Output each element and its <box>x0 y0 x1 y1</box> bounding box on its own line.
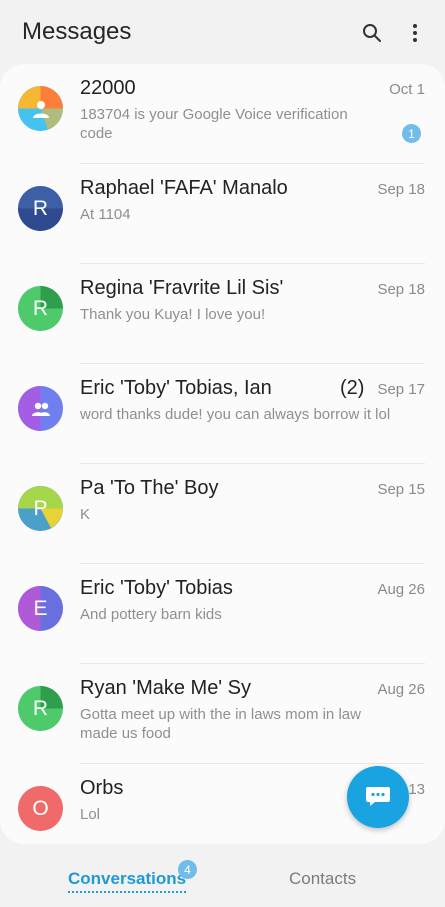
message-snippet: Lol <box>80 806 101 823</box>
message-snippet: At 1104 <box>80 206 131 223</box>
compose-chat-icon <box>366 787 390 806</box>
search-icon[interactable] <box>357 18 387 48</box>
message-date: Sep 18 <box>377 281 425 298</box>
person-icon <box>32 100 49 118</box>
conversations-badge: 4 <box>178 860 197 879</box>
avatar-initial: O <box>32 796 49 820</box>
compose-button[interactable] <box>347 766 409 828</box>
message-date: 13 <box>408 781 425 798</box>
conversation-row-eric-ian[interactable]: Eric 'Toby' Tobias, Ian (2) Sep 17 word … <box>0 364 445 464</box>
contact-name: Eric 'Toby' Tobias, Ian <box>80 377 272 399</box>
message-date: Oct 1 <box>389 81 425 98</box>
message-date: Aug 26 <box>377 681 425 698</box>
app-header: Messages <box>0 0 445 64</box>
avatar-initial: R <box>32 296 49 320</box>
message-date: Sep 17 <box>377 381 425 398</box>
message-snippet: And pottery barn kids <box>80 606 222 623</box>
avatar: R <box>18 286 63 331</box>
message-date: Sep 18 <box>377 181 425 198</box>
message-snippet: Gotta meet up with the in laws mom in la… <box>80 706 361 742</box>
page-title: Messages <box>22 18 132 45</box>
contact-name: 22000 <box>80 77 136 99</box>
contact-name: Orbs <box>80 777 124 799</box>
message-snippet: K <box>80 506 91 523</box>
contact-name: Regina 'Fravrite Lil Sis' <box>80 277 284 299</box>
contact-name: Raphael 'FAFA' Manalo <box>80 177 288 199</box>
message-date: Sep 15 <box>377 481 425 498</box>
conversation-list: 22000 Oct 1 183704 is your Google Voice … <box>0 64 445 844</box>
bottom-tab-bar: Conversations 4 Contacts <box>0 844 445 907</box>
group-icon <box>31 402 50 416</box>
message-snippet: Thank you Kuya! I love you! <box>80 306 266 323</box>
unread-badge: 1 <box>402 124 421 143</box>
message-snippet: 183704 is your Google Voice verification… <box>80 106 348 142</box>
avatar <box>18 386 63 431</box>
avatar: R <box>18 186 63 231</box>
conversation-row-22000[interactable]: 22000 Oct 1 183704 is your Google Voice … <box>0 64 445 164</box>
tab-conversations[interactable]: Conversations <box>68 869 187 893</box>
avatar <box>18 86 63 131</box>
avatar-initial: R <box>32 196 49 220</box>
avatar-initial: E <box>33 596 48 620</box>
message-date: Aug 26 <box>377 581 425 598</box>
avatar: E <box>18 586 63 631</box>
message-count: (2) <box>340 377 365 399</box>
conversation-row-pa[interactable]: P Pa 'To The' Boy Sep 15 K <box>0 464 445 564</box>
conversation-row-raphael[interactable]: R Raphael 'FAFA' Manalo Sep 18 At 1104 <box>0 164 445 264</box>
avatar-initial: P <box>33 496 48 520</box>
avatar: O <box>18 786 63 831</box>
avatar: P <box>18 486 63 531</box>
conversation-row-regina[interactable]: R Regina 'Fravrite Lil Sis' Sep 18 Thank… <box>0 264 445 364</box>
contact-name: Pa 'To The' Boy <box>80 477 219 499</box>
message-snippet: word thanks dude! you can always borrow … <box>80 406 391 423</box>
conversation-row-eric[interactable]: E Eric 'Toby' Tobias Aug 26 And pottery … <box>0 564 445 664</box>
contact-name: Eric 'Toby' Tobias <box>80 577 233 599</box>
avatar: R <box>18 686 63 731</box>
avatar-initial: R <box>32 696 49 720</box>
more-options-icon[interactable] <box>400 18 430 48</box>
contact-name: Ryan 'Make Me' Sy <box>80 677 252 699</box>
conversation-row-ryan[interactable]: R Ryan 'Make Me' Sy Aug 26 Gotta meet up… <box>0 664 445 764</box>
tab-contacts[interactable]: Contacts <box>289 869 356 889</box>
